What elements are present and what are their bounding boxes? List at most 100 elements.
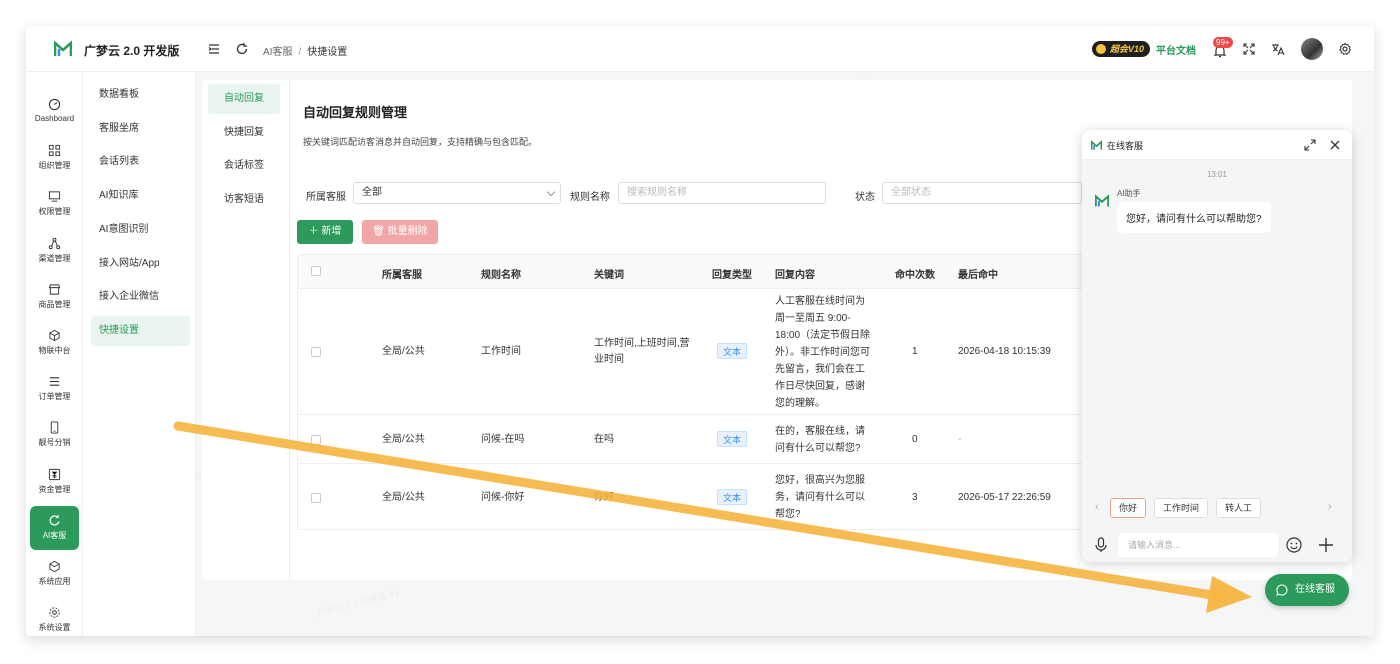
row-checkbox[interactable] xyxy=(311,492,321,503)
chat-message-input[interactable]: 请输入消息... xyxy=(1118,533,1278,557)
cell-agent: 全局/公共 xyxy=(382,491,425,503)
rail-item[interactable]: Dashboard xyxy=(30,90,79,134)
quick-reply-human[interactable]: 转人工 xyxy=(1216,498,1262,518)
network-icon xyxy=(48,237,61,249)
trash-icon: 🗑 xyxy=(372,226,388,237)
batch-delete-button[interactable]: 🗑 批量删除 xyxy=(362,220,438,244)
content-line: 周一至周五 9:00- xyxy=(775,312,851,324)
close-icon[interactable] xyxy=(1329,139,1341,151)
reply-type-tag: 文本 xyxy=(717,488,748,505)
content-line: 务，请问有什么可以 xyxy=(775,492,865,503)
fullscreen-icon[interactable] xyxy=(1242,42,1256,56)
keyword-line: 你好 xyxy=(594,491,614,503)
expand-icon[interactable] xyxy=(1304,139,1316,151)
dashboard-icon xyxy=(48,98,61,111)
ai-icon xyxy=(49,514,60,526)
rail-item[interactable]: 靓号分销 xyxy=(30,413,79,457)
rail-item[interactable]: 渠道管理 xyxy=(30,229,79,273)
tab-item[interactable]: 会话标签 xyxy=(208,151,280,181)
store-icon xyxy=(48,284,61,295)
content-line: 您的理解。 xyxy=(775,397,825,409)
rail-item-label: 权限管理 xyxy=(38,207,71,217)
column-header: 回复类型 xyxy=(712,270,752,281)
translate-icon[interactable] xyxy=(1271,42,1285,56)
rail-item-label: 靓号分销 xyxy=(38,438,71,448)
cube-icon xyxy=(49,329,60,342)
submenu-item[interactable]: AI知识库 xyxy=(91,181,190,211)
app-window: 广梦云 2.0 开发版 #1 广梦云 2.0 开发版 #1 广梦云 2.0 开发… xyxy=(26,26,1374,636)
keyword-line: 在吗 xyxy=(594,433,614,445)
row-checkbox[interactable] xyxy=(311,434,321,445)
refresh-icon[interactable] xyxy=(235,42,249,56)
settings-gear-icon[interactable] xyxy=(1338,42,1352,56)
tab-item[interactable]: 访客短语 xyxy=(208,185,280,215)
rail-item[interactable]: 组织管理 xyxy=(30,136,79,180)
top-bar: 广梦云 2.0 开发版 AI客服 / 快捷设置 超会V10 平台文档 99+ xyxy=(26,26,1374,72)
submenu-item[interactable]: AI意图识别 xyxy=(91,215,190,245)
phone-icon xyxy=(50,421,59,434)
online-service-button[interactable]: 在线客服 xyxy=(1265,574,1349,606)
content-line: 帮您? xyxy=(775,509,801,520)
vip-badge[interactable]: 超会V10 xyxy=(1092,41,1151,57)
keyword-line: 工作时间,上班时间,营 xyxy=(594,338,690,349)
submenu-item[interactable]: 快捷设置 xyxy=(91,315,190,346)
emoji-icon[interactable] xyxy=(1286,537,1302,553)
brand-name: 广梦云 2.0 开发版 xyxy=(84,44,180,58)
rail-item[interactable]: 权限管理 xyxy=(30,182,79,226)
chat-widget: 在线客服 13:01 AI助手 您好，请问有什么可以帮助您? ‹ 你好 工作时间… xyxy=(1082,130,1352,562)
menu-collapse-icon[interactable] xyxy=(207,42,221,56)
submenu-item[interactable]: 接入网站/App xyxy=(91,249,190,279)
content-line: 18:00（法定节假日除 xyxy=(775,329,871,341)
submenu-item[interactable]: 数据看板 xyxy=(91,80,190,110)
platform-docs-link[interactable]: 平台文档 xyxy=(1156,42,1196,57)
bot-avatar-icon xyxy=(1095,194,1109,207)
rail-item-label: AI客服 xyxy=(42,530,67,540)
content-line: 先留言，我们会在工 xyxy=(775,363,865,375)
cell-agent: 全局/公共 xyxy=(382,346,425,357)
content-line: 作日尽快回复，感谢 xyxy=(775,380,865,392)
cell-keywords: 工作时间,上班时间,营 业时间 xyxy=(594,336,690,368)
rail-item[interactable]: AI客服 xyxy=(30,505,79,550)
sub-menu: 数据看板客服坐席 会话列表 AI知识库 AI意图识别 接入网站/App 接入企业微信 快捷设… xyxy=(83,72,196,636)
add-button-label: 新增 xyxy=(321,226,342,237)
rail-item-label: 系统设置 xyxy=(38,623,71,633)
chevron-right-icon[interactable]: › xyxy=(1328,501,1332,513)
tab-item[interactable]: 快捷回复 xyxy=(208,118,280,148)
microphone-icon[interactable] xyxy=(1094,537,1108,553)
submenu-item[interactable]: 会话列表 xyxy=(91,147,190,177)
quick-reply-hello[interactable]: 你好 xyxy=(1110,498,1147,518)
chat-title: 在线客服 xyxy=(1107,141,1144,151)
avatar[interactable] xyxy=(1301,38,1323,60)
column-header: 命中次数 xyxy=(895,270,935,281)
rail-item[interactable]: 商品管理 xyxy=(30,275,79,319)
content-line: 在的，客服在线，请 xyxy=(775,425,865,437)
submenu-item[interactable]: 接入企业微信 xyxy=(91,282,190,312)
package-icon xyxy=(49,560,60,573)
chevron-left-icon[interactable]: ‹ xyxy=(1095,501,1099,513)
rail-item-label: 商品管理 xyxy=(38,299,71,309)
bot-name: AI助手 xyxy=(1117,189,1141,198)
submenu-item[interactable]: 客服坐席 xyxy=(91,114,190,144)
batch-delete-label: 批量删除 xyxy=(387,226,428,237)
rule-name-input[interactable]: 搜索规则名称 xyxy=(618,182,826,204)
rail-item-label: 渠道管理 xyxy=(38,253,71,263)
rail-item[interactable]: 订单管理 xyxy=(30,367,79,411)
rail-item[interactable]: 资金管理 xyxy=(30,460,79,504)
page-title: 自动回复规则管理 xyxy=(303,105,408,120)
reply-type-tag: 文本 xyxy=(717,430,748,447)
select-all-checkbox[interactable] xyxy=(311,266,321,276)
status-filter-select[interactable]: 全部状态 xyxy=(882,182,1082,204)
row-checkbox[interactable] xyxy=(311,347,321,357)
rail-item[interactable]: 系统设置 xyxy=(30,598,79,636)
breadcrumb: AI客服 / 快捷设置 xyxy=(263,47,348,58)
add-button[interactable]: ＋ 新增 xyxy=(297,220,353,244)
tab-item[interactable]: 自动回复 xyxy=(208,84,280,114)
plus-attach-icon[interactable] xyxy=(1318,537,1334,553)
breadcrumb-item[interactable]: AI客服 xyxy=(263,47,292,58)
rail-item[interactable]: 系统应用 xyxy=(30,552,79,596)
breadcrumb-current: 快捷设置 xyxy=(307,47,348,58)
quick-reply-hours[interactable]: 工作时间 xyxy=(1154,498,1209,518)
rail-item[interactable]: 物联中台 xyxy=(30,321,79,365)
agent-filter-select[interactable]: 全部 xyxy=(353,182,561,204)
chat-header: 在线客服 xyxy=(1082,130,1352,160)
